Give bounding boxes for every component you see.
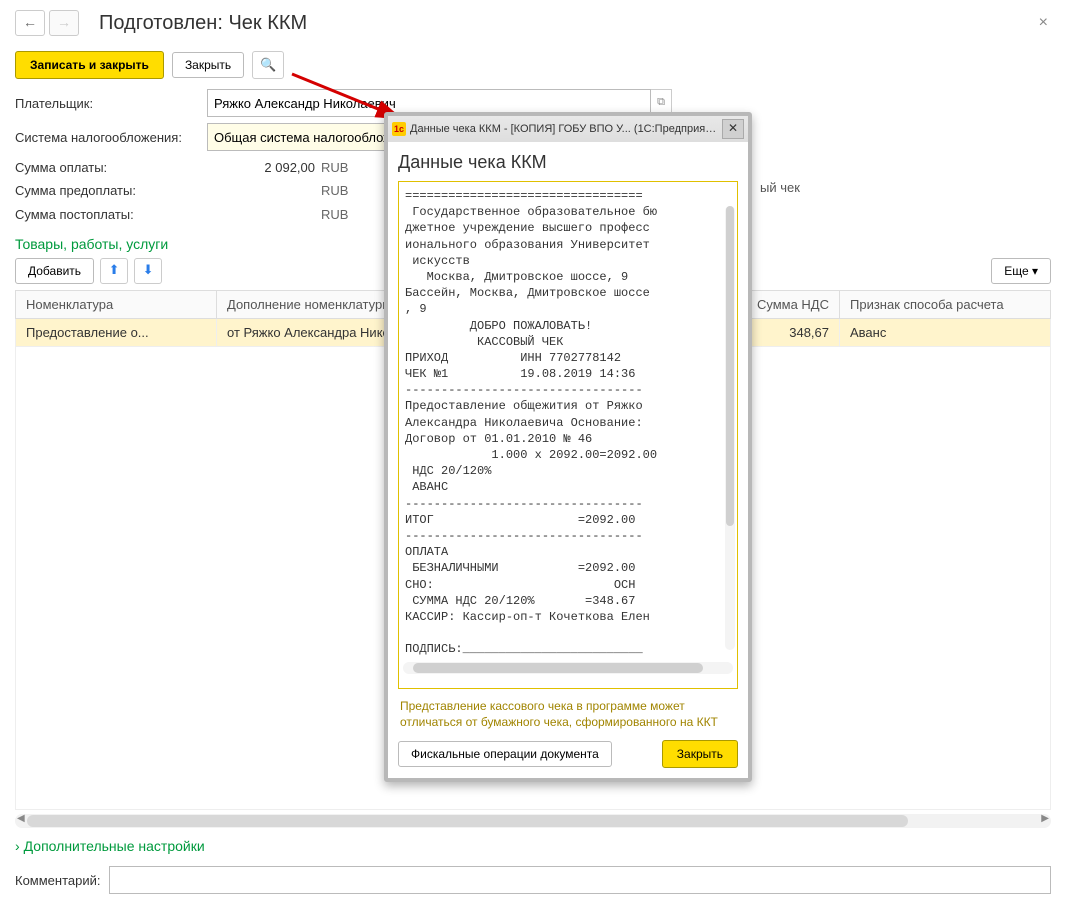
extra-settings-accordion[interactable]: › Дополнительные настройки	[0, 832, 1066, 860]
scroll-right-arrow[interactable]: ▶	[1041, 813, 1049, 824]
comment-label: Комментарий:	[15, 873, 101, 888]
chevron-down-icon: ▾	[1032, 264, 1038, 278]
app-logo-icon: 1c	[392, 122, 406, 136]
add-row-button[interactable]: Добавить	[15, 258, 94, 284]
modal-close-yellow-button[interactable]: Закрыть	[662, 740, 738, 768]
payer-label: Плательщик:	[15, 96, 207, 111]
modal-close-button[interactable]: ✕	[722, 119, 744, 139]
receipt-box: ================================= Госуда…	[398, 181, 738, 689]
forward-button[interactable]: →	[49, 10, 79, 36]
nav-buttons: ← →	[15, 10, 79, 36]
modal-heading: Данные чека ККМ	[398, 152, 738, 173]
close-button[interactable]: Закрыть	[172, 52, 244, 78]
more-button[interactable]: Еще ▾	[991, 258, 1051, 284]
main-toolbar: Записать и закрыть Закрыть 🔍	[0, 41, 1066, 89]
horizontal-scrollbar[interactable]: ◀ ▶	[15, 814, 1051, 828]
cell-payment-sign: Аванс	[840, 319, 1051, 347]
currency: RUB	[321, 183, 371, 198]
extra-settings-label: Дополнительные настройки	[24, 838, 205, 854]
scroll-left-arrow[interactable]: ◀	[17, 813, 25, 824]
comment-input[interactable]	[109, 866, 1052, 894]
chevron-right-icon: ›	[15, 838, 20, 854]
tax-label: Система налогообложения:	[15, 130, 207, 145]
truncated-text: ый чек	[760, 180, 800, 195]
receipt-text: ================================= Госуда…	[403, 186, 733, 658]
save-close-button[interactable]: Записать и закрыть	[15, 51, 164, 79]
modal-titlebar: 1c Данные чека ККМ - [КОПИЯ] ГОБУ ВПО У.…	[388, 116, 748, 142]
modal-footer: Фискальные операции документа Закрыть	[398, 740, 738, 768]
sum-prepay-label: Сумма предоплаты:	[15, 183, 205, 198]
currency: RUB	[321, 207, 371, 222]
currency: RUB	[321, 160, 371, 175]
receipt-modal: 1c Данные чека ККМ - [КОПИЯ] ГОБУ ВПО У.…	[384, 112, 752, 782]
modal-note: Представление кассового чека в программе…	[400, 699, 736, 730]
magnifier-icon: 🔍	[260, 57, 276, 73]
sum-postpay-label: Сумма постоплаты:	[15, 207, 205, 222]
back-button[interactable]: ←	[15, 10, 45, 36]
receipt-vscroll[interactable]	[725, 206, 735, 650]
col-nomenclature[interactable]: Номенклатура	[16, 291, 217, 319]
move-up-button[interactable]: ⬆	[100, 258, 128, 284]
topbar: ← → Подготовлен: Чек ККМ	[0, 0, 1066, 41]
fiscal-ops-button[interactable]: Фискальные операции документа	[398, 741, 612, 767]
page-title: Подготовлен: Чек ККМ	[99, 12, 307, 35]
scroll-thumb[interactable]	[27, 815, 908, 827]
sum-pay-value: 2 092,00	[205, 160, 321, 175]
receipt-hscroll-thumb[interactable]	[413, 663, 703, 673]
comment-row: Комментарий:	[0, 860, 1066, 900]
preview-button[interactable]: 🔍	[252, 51, 284, 79]
move-down-button[interactable]: ⬇	[134, 258, 162, 284]
sum-pay-label: Сумма оплаты:	[15, 160, 205, 175]
modal-title: Данные чека ККМ - [КОПИЯ] ГОБУ ВПО У... …	[410, 123, 718, 135]
receipt-hscroll[interactable]	[403, 662, 733, 674]
close-icon[interactable]: ×	[1039, 14, 1048, 32]
col-payment-sign[interactable]: Признак способа расчета	[840, 291, 1051, 319]
receipt-vscroll-thumb[interactable]	[726, 206, 734, 526]
cell-nomenclature: Предоставление о...	[16, 319, 217, 347]
